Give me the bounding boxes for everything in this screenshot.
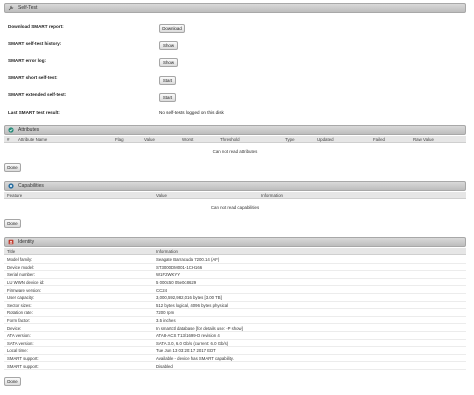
row-key: Form factor: (7, 317, 31, 323)
row-value: CC24 (156, 287, 167, 293)
table-row: Rotation rate: 7200 rpm (4, 309, 466, 317)
start-short-test-button[interactable]: Start (159, 76, 176, 85)
row-value: Seagate Barracuda 7200.14 (AF) (156, 257, 220, 263)
row-key: Device model: (7, 264, 35, 270)
identity-table-header: Title Information (4, 248, 466, 255)
row-key: Serial number: (7, 272, 35, 278)
col-worst: Worst (182, 137, 194, 142)
row-key: Firmware version: (7, 287, 42, 293)
capabilities-empty-message: Can not read capabilities (210, 205, 260, 210)
attributes-table-header: # Attribute Name Flag Value Worst Thresh… (4, 136, 466, 143)
table-row: LU WWN device id: 5 000c50 05e0c8629 (4, 279, 466, 287)
table-row: ATA version: ATA8-ACS T13/1699-D revision… (4, 332, 466, 340)
table-row: Serial number: W1F2WKYY (4, 271, 466, 279)
capabilities-done-button[interactable]: Done (4, 219, 21, 228)
row-value: 5 000c50 05e0c8629 (156, 279, 197, 285)
table-row: SATA version: SATA 3.0, 6.0 Gb/s (current… (4, 340, 466, 348)
short-self-test-label: SMART short self-test: (8, 75, 58, 80)
row-key: Local time: (7, 348, 28, 354)
identity-done-button[interactable]: Done (4, 377, 21, 386)
row-key: SMART support: (7, 355, 39, 361)
table-row: Firmware version: CC24 (4, 286, 466, 294)
gear-circle-icon (8, 183, 14, 189)
col-feature: Feature (7, 193, 23, 198)
table-row: Device: In smartctl database [for details… (4, 324, 466, 332)
col-flag: Flag (115, 137, 124, 142)
row-value: In smartctl database [for details use: -… (156, 325, 243, 331)
table-row: Local time: Tue Jun 13 03:20:17 2017 EDT (4, 347, 466, 355)
table-row: Model family: Seagate Barracuda 7200.14 (… (4, 256, 466, 264)
last-test-result-value: No self-tests logged on this disk (159, 110, 224, 115)
col-information: Information (261, 193, 283, 198)
identity-title: Identity (18, 239, 35, 245)
col-title: Title (7, 249, 16, 254)
table-row: Sector sizes: 512 bytes logical, 4096 byt… (4, 302, 466, 310)
col-raw-value: Raw Value (413, 137, 434, 142)
col-cap-value: Value (156, 193, 167, 198)
row-value: ST3000DM001-1CH166 (156, 264, 203, 270)
row-value: SATA 3.0, 6.0 Gb/s (current: 6.0 Gb/s) (156, 340, 229, 346)
row-value: 3,000,592,982,016 bytes [3.00 TB] (156, 295, 222, 301)
row-key: Rotation rate: (7, 310, 33, 316)
wrench-icon (8, 5, 14, 11)
table-row: SMART support: Available - device has SMA… (4, 355, 466, 363)
col-number: # (7, 137, 10, 142)
row-value: Available - device has SMART capability. (156, 355, 234, 361)
last-test-result-label: Last SMART test result: (8, 110, 60, 115)
col-failed: Failed (373, 137, 385, 142)
col-type: Type (285, 137, 295, 142)
table-row: Form factor: 3.5 inches (4, 317, 466, 325)
self-test-history-label: SMART self-test history: (8, 41, 62, 46)
row-key: Model family: (7, 257, 33, 263)
attributes-done-button[interactable]: Done (4, 163, 21, 172)
row-key: SMART support: (7, 363, 39, 369)
download-smart-report-label: Download SMART report: (8, 24, 64, 29)
id-card-icon (8, 239, 14, 245)
row-key: Device: (7, 325, 22, 331)
download-button[interactable]: Download (159, 24, 185, 33)
check-circle-icon (8, 127, 14, 133)
table-row: SMART support: Disabled (4, 362, 466, 370)
col-value: Value (144, 137, 155, 142)
attributes-header: Attributes (4, 125, 466, 135)
attributes-empty-message: Can not read attributes (212, 149, 258, 154)
attributes-title: Attributes (18, 127, 40, 133)
capabilities-title: Capabilities (18, 183, 44, 189)
identity-header: Identity (4, 237, 466, 247)
row-value: 3.5 inches (156, 317, 176, 323)
extended-self-test-label: SMART extended self-test: (8, 92, 67, 97)
row-key: Sector sizes: (7, 302, 32, 308)
capabilities-header: Capabilities (4, 181, 466, 191)
row-value: ATA8-ACS T13/1699-D revision 4 (156, 333, 220, 339)
row-value: 7200 rpm (156, 310, 175, 316)
row-value: 512 bytes logical, 4096 bytes physical (156, 302, 229, 308)
col-id-information: Information (156, 249, 178, 254)
show-error-log-button[interactable]: Show (159, 58, 178, 67)
start-extended-test-button[interactable]: Start (159, 93, 176, 102)
row-key: LU WWN device id: (7, 279, 45, 285)
row-value: Tue Jun 13 03:20:17 2017 EDT (156, 348, 216, 354)
self-test-title: Self-Test (18, 5, 38, 11)
table-row: Device model: ST3000DM001-1CH166 (4, 264, 466, 272)
col-updated: Updated (317, 137, 334, 142)
row-key: User capacity: (7, 295, 35, 301)
capabilities-table-header: Feature Value Information (4, 192, 466, 199)
col-threshold: Threshold (220, 137, 240, 142)
show-history-button[interactable]: Show (159, 41, 178, 50)
row-value: Disabled (156, 363, 173, 369)
self-test-header: Self-Test (4, 3, 466, 13)
row-key: ATA version: (7, 333, 31, 339)
row-value: W1F2WKYY (156, 272, 181, 278)
smart-error-log-label: SMART error log: (8, 58, 47, 63)
col-attribute-name: Attribute Name (18, 137, 48, 142)
table-row: User capacity: 3,000,592,982,016 bytes [3… (4, 294, 466, 302)
row-key: SATA version: (7, 340, 34, 346)
